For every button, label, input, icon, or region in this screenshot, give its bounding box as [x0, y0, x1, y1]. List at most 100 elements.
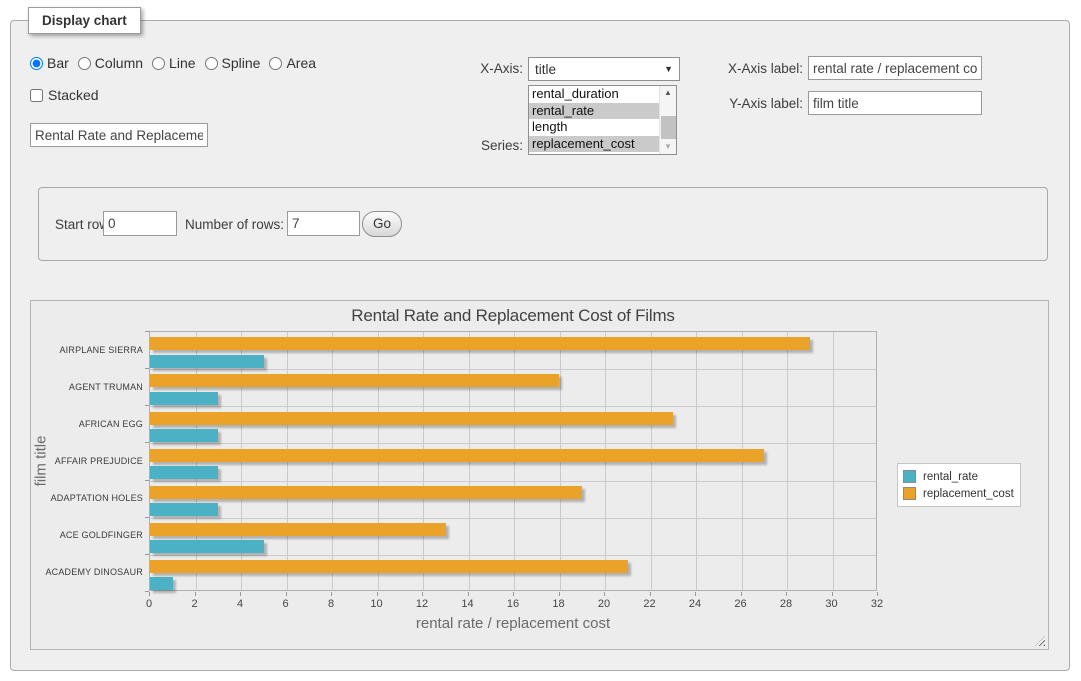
- chevron-down-icon: ▼: [664, 64, 673, 74]
- scroll-down-icon[interactable]: ▼: [660, 140, 676, 154]
- x-tick-mark: [149, 592, 150, 596]
- x-tick-mark: [286, 592, 287, 596]
- y-tick-mark: [145, 517, 149, 518]
- legend-swatch: [903, 487, 916, 500]
- number-of-rows-input[interactable]: [287, 211, 360, 236]
- bar-rental_rate[interactable]: [150, 392, 218, 405]
- x-tick-mark: [650, 592, 651, 596]
- series-option-length[interactable]: length: [529, 119, 659, 136]
- x-tick-mark: [786, 592, 787, 596]
- fieldset-legend-text: Display chart: [42, 13, 127, 28]
- y-axis-title: film title: [33, 436, 50, 487]
- x-tick-mark: [604, 592, 605, 596]
- fieldset-legend: Display chart: [28, 7, 141, 34]
- chart-title-input[interactable]: [30, 123, 208, 147]
- series-listbox[interactable]: rental_durationrental_ratelengthreplacem…: [528, 85, 677, 155]
- bar-rental_rate[interactable]: [150, 466, 218, 479]
- chart-type-label: Bar: [47, 55, 69, 71]
- gridline-x-30: [833, 332, 834, 590]
- x-axis-label-caption: X-Axis label:: [700, 61, 803, 76]
- series-select-label: Series:: [420, 138, 523, 153]
- x-axis-label-input[interactable]: [808, 56, 982, 80]
- category-label: AFRICAN EGG: [31, 419, 143, 429]
- stacked-checkbox[interactable]: [30, 89, 43, 102]
- go-button[interactable]: Go: [362, 211, 402, 237]
- y-axis-label-input[interactable]: [808, 91, 982, 115]
- x-tick-label: 12: [416, 598, 428, 610]
- chart-type-label: Area: [286, 55, 316, 71]
- x-tick-mark: [195, 592, 196, 596]
- series-scrollbar[interactable]: ▲ ▼: [659, 86, 676, 154]
- chart-type-radio-line[interactable]: [152, 57, 165, 70]
- x-tick-label: 8: [328, 598, 334, 610]
- x-tick-mark: [331, 592, 332, 596]
- y-tick-mark: [145, 480, 149, 481]
- resize-handle-icon[interactable]: [1035, 636, 1045, 646]
- bar-replacement_cost[interactable]: [150, 523, 446, 536]
- gridline-x-28: [787, 332, 788, 590]
- chart-title: Rental Rate and Replacement Cost of Film…: [149, 306, 877, 326]
- chart-type-label: Column: [95, 55, 143, 71]
- legend-label: replacement_cost: [923, 488, 1014, 500]
- x-tick-label: 2: [191, 598, 197, 610]
- x-axis-select[interactable]: title ▼: [528, 57, 680, 81]
- chart-type-radio-column[interactable]: [78, 57, 91, 70]
- y-tick-mark: [145, 331, 149, 332]
- chart-type-label: Spline: [222, 55, 261, 71]
- stacked-row: Stacked: [30, 87, 99, 103]
- number-of-rows-label: Number of rows:: [185, 217, 284, 232]
- bar-replacement_cost[interactable]: [150, 486, 582, 499]
- x-tick-mark: [468, 592, 469, 596]
- scroll-up-icon[interactable]: ▲: [660, 86, 676, 100]
- start-row-input[interactable]: [103, 211, 177, 236]
- chart-type-option-column: Column: [78, 55, 143, 71]
- series-option-rental_rate[interactable]: rental_rate: [529, 103, 659, 120]
- x-tick-label: 14: [461, 598, 473, 610]
- scrollbar-thumb[interactable]: [661, 116, 676, 139]
- bar-rental_rate[interactable]: [150, 429, 218, 442]
- bar-rental_rate[interactable]: [150, 577, 173, 590]
- x-axis-selected-value: title: [535, 62, 556, 77]
- x-tick-mark: [240, 592, 241, 596]
- x-tick-label: 20: [598, 598, 610, 610]
- legend-label: rental_rate: [923, 471, 978, 483]
- chart-type-option-spline: Spline: [205, 55, 261, 71]
- chart-type-radio-bar[interactable]: [30, 57, 43, 70]
- x-tick-label: 32: [871, 598, 883, 610]
- chart-container: Rental Rate and Replacement Cost of Film…: [30, 300, 1049, 650]
- bar-replacement_cost[interactable]: [150, 374, 559, 387]
- x-tick-label: 22: [643, 598, 655, 610]
- x-tick-mark: [832, 592, 833, 596]
- x-tick-label: 10: [370, 598, 382, 610]
- series-option-rental_duration[interactable]: rental_duration: [529, 86, 659, 103]
- chart-type-option-area: Area: [269, 55, 316, 71]
- x-tick-mark: [513, 592, 514, 596]
- bar-replacement_cost[interactable]: [150, 449, 764, 462]
- chart-type-option-line: Line: [152, 55, 195, 71]
- x-tick-label: 16: [507, 598, 519, 610]
- plot-area: [149, 331, 877, 591]
- category-label: ADAPTATION HOLES: [31, 493, 143, 503]
- chart-type-radio-area[interactable]: [269, 57, 282, 70]
- bar-rental_rate[interactable]: [150, 503, 218, 516]
- chart-legend: rental_rate replacement_cost: [897, 463, 1021, 507]
- legend-swatch: [903, 470, 916, 483]
- gridline-band: [150, 555, 876, 556]
- x-axis-select-label: X-Axis:: [420, 61, 523, 76]
- bar-replacement_cost[interactable]: [150, 337, 810, 350]
- bar-replacement_cost[interactable]: [150, 412, 673, 425]
- category-label: ACADEMY DINOSAUR: [31, 567, 143, 577]
- bar-rental_rate[interactable]: [150, 540, 264, 553]
- y-tick-mark: [145, 442, 149, 443]
- bar-replacement_cost[interactable]: [150, 560, 628, 573]
- category-label: AGENT TRUMAN: [31, 382, 143, 392]
- bar-rental_rate[interactable]: [150, 355, 264, 368]
- legend-item-rental_rate: rental_rate: [903, 468, 1014, 485]
- y-axis-label-caption: Y-Axis label:: [700, 96, 803, 111]
- x-tick-mark: [559, 592, 560, 596]
- series-option-replacement_cost[interactable]: replacement_cost: [529, 136, 659, 153]
- x-tick-label: 24: [689, 598, 701, 610]
- x-axis-title: rental rate / replacement cost: [149, 615, 877, 632]
- y-tick-mark: [145, 368, 149, 369]
- chart-type-radio-spline[interactable]: [205, 57, 218, 70]
